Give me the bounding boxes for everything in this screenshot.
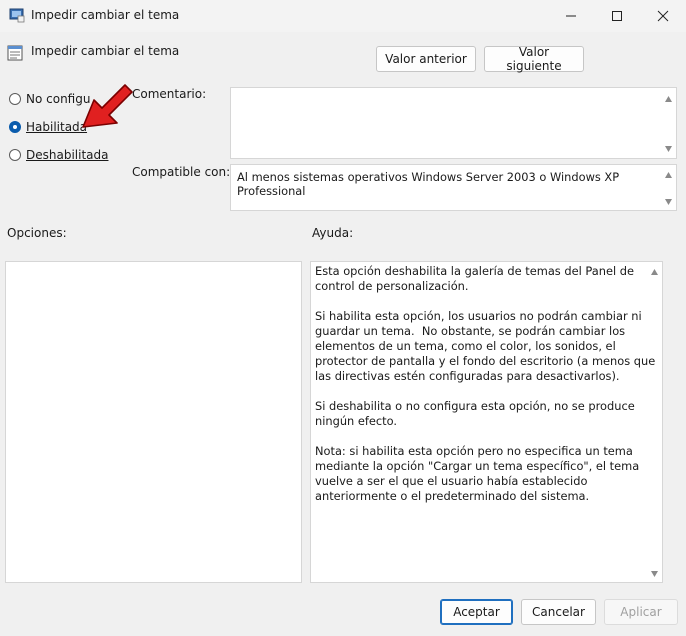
scroll-down-icon[interactable] bbox=[664, 145, 673, 153]
scroll-down-icon[interactable] bbox=[664, 198, 673, 206]
close-button[interactable] bbox=[640, 0, 686, 32]
scroll-up-icon[interactable] bbox=[664, 171, 673, 179]
help-label: Ayuda: bbox=[312, 226, 354, 240]
window-title: Impedir cambiar el tema bbox=[31, 8, 180, 22]
radio-circle bbox=[9, 93, 21, 105]
next-setting-button[interactable]: Valor siguiente bbox=[484, 45, 584, 73]
annotation-arrow-icon bbox=[78, 82, 136, 135]
comment-label: Comentario: bbox=[132, 87, 207, 101]
minimize-button[interactable] bbox=[548, 0, 594, 32]
radio-circle-checked bbox=[9, 121, 21, 133]
scroll-down-icon[interactable] bbox=[650, 570, 659, 578]
close-icon bbox=[657, 10, 669, 22]
policy-app-icon bbox=[9, 7, 25, 23]
accept-button[interactable]: Aceptar bbox=[440, 599, 513, 625]
radio-enabled[interactable]: Habilitada bbox=[9, 120, 87, 134]
policy-name: Impedir cambiar el tema bbox=[31, 44, 180, 58]
scroll-up-icon[interactable] bbox=[664, 95, 673, 103]
comment-field[interactable] bbox=[230, 87, 677, 159]
minimize-icon bbox=[566, 15, 576, 17]
supported-value: Al menos sistemas operativos Windows Ser… bbox=[237, 170, 620, 198]
help-text: Esta opción deshabilita la galería de te… bbox=[315, 264, 656, 503]
policy-setting-icon bbox=[7, 45, 23, 61]
maximize-button[interactable] bbox=[594, 0, 640, 32]
previous-setting-button[interactable]: Valor anterior bbox=[376, 46, 476, 72]
apply-button[interactable]: Aplicar bbox=[604, 599, 678, 625]
radio-circle bbox=[9, 149, 21, 161]
options-label: Opciones: bbox=[7, 226, 67, 240]
supported-field: Al menos sistemas operativos Windows Ser… bbox=[230, 164, 677, 211]
cancel-button[interactable]: Cancelar bbox=[521, 599, 596, 625]
radio-disabled[interactable]: Deshabilitada bbox=[9, 148, 108, 162]
radio-label-disabled: Deshabilitada bbox=[26, 148, 109, 162]
maximize-icon bbox=[612, 11, 622, 21]
supported-label: Compatible con: bbox=[132, 165, 231, 179]
options-panel bbox=[5, 261, 302, 583]
